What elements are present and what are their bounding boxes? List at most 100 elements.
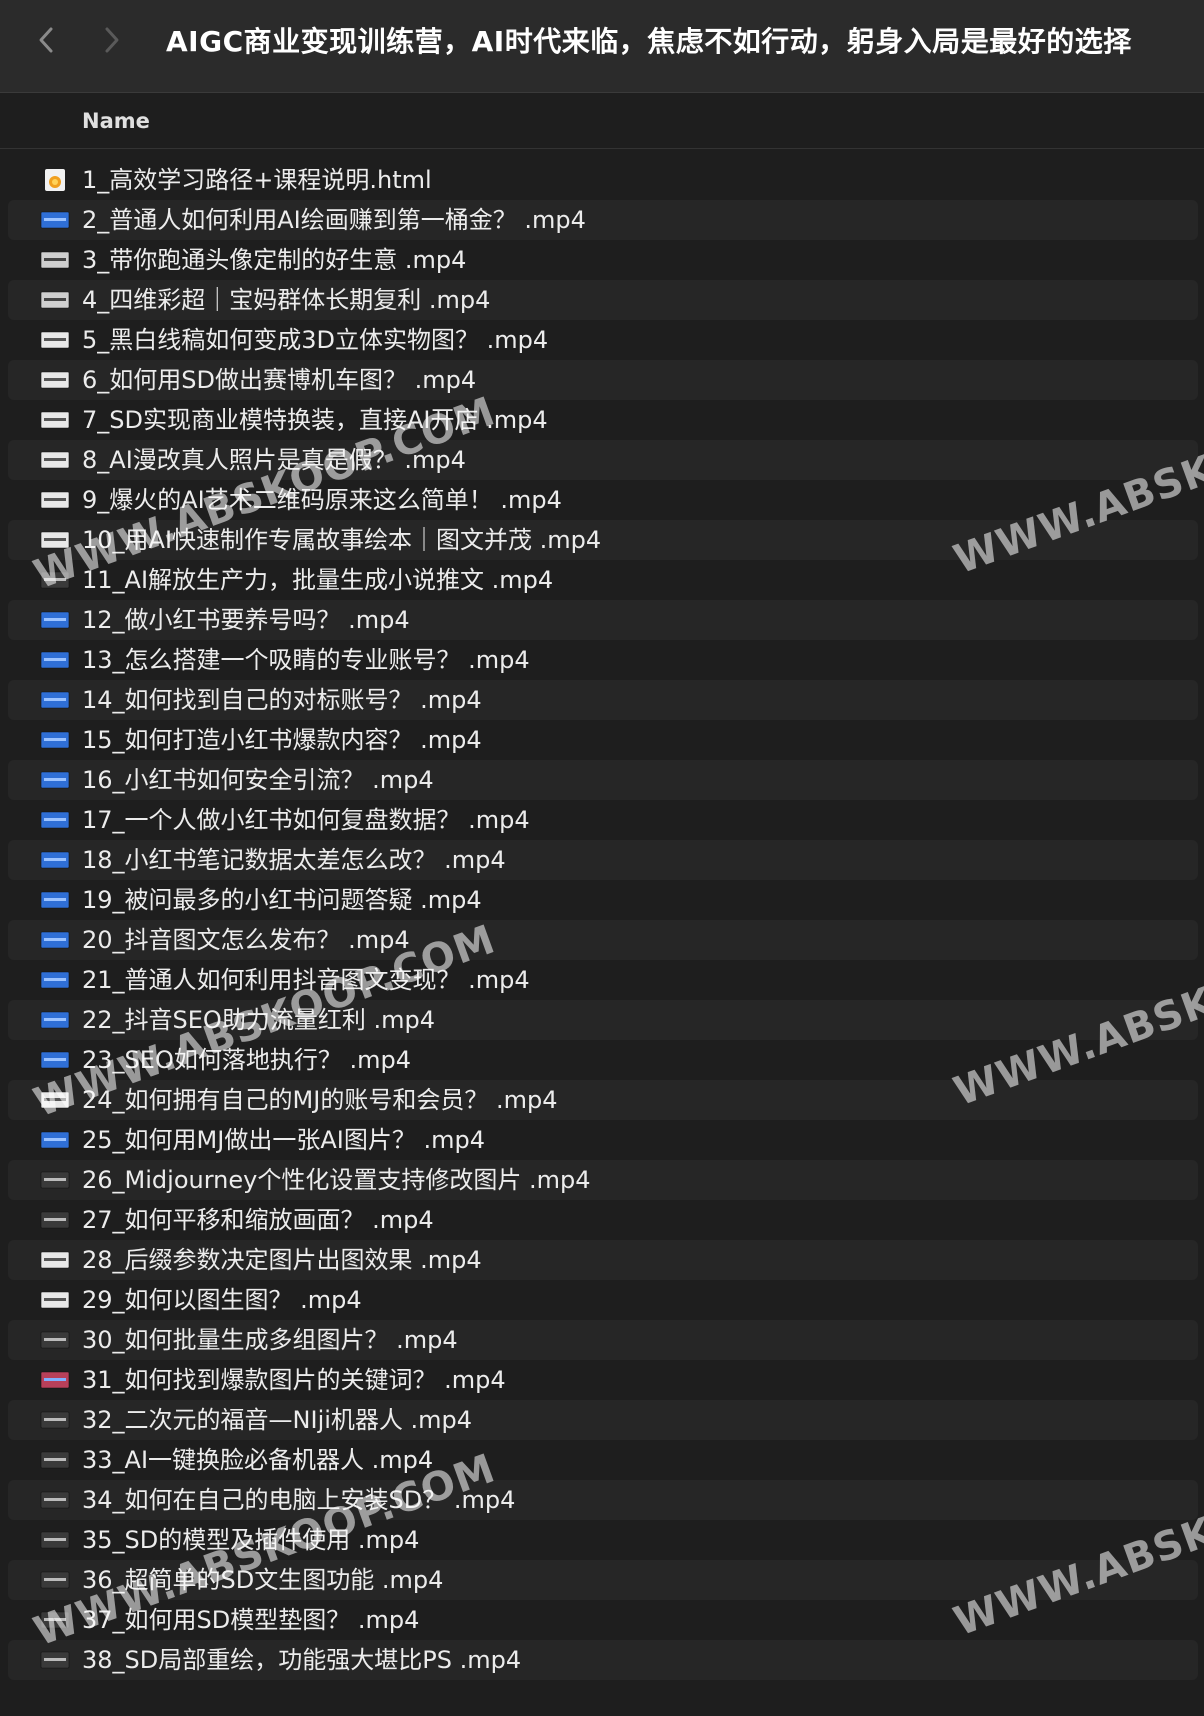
video-thumbnail-icon	[40, 449, 70, 471]
file-name: 29_如何以图生图？ .mp4	[82, 1286, 362, 1314]
file-name: 14_如何找到自己的对标账号？ .mp4	[82, 686, 482, 714]
video-thumbnail-icon	[40, 1369, 70, 1391]
file-row[interactable]: 21_普通人如何利用抖音图文变现？ .mp4	[8, 960, 1198, 1000]
file-row[interactable]: 13_怎么搭建一个吸睛的专业账号？ .mp4	[8, 640, 1198, 680]
video-thumbnail-icon	[40, 809, 70, 831]
file-row[interactable]: 5_黑白线稿如何变成3D立体实物图？ .mp4	[8, 320, 1198, 360]
file-row[interactable]: 9_爆火的AI艺术二维码原来这么简单！ .mp4	[8, 480, 1198, 520]
file-name: 22_抖音SEO助力流量红利 .mp4	[82, 1006, 435, 1034]
file-name: 18_小红书笔记数据太差怎么改？ .mp4	[82, 846, 506, 874]
file-row[interactable]: 6_如何用SD做出赛博机车图？ .mp4	[8, 360, 1198, 400]
file-row[interactable]: 25_如何用MJ做出一张AI图片？ .mp4	[8, 1120, 1198, 1160]
video-thumbnail-icon	[40, 1329, 70, 1351]
video-thumbnail-icon	[40, 849, 70, 871]
video-thumbnail-icon	[40, 369, 70, 391]
file-row[interactable]: 17_一个人做小红书如何复盘数据？ .mp4	[8, 800, 1198, 840]
video-thumbnail-icon	[40, 609, 70, 631]
file-name: 30_如何批量生成多组图片？ .mp4	[82, 1326, 458, 1354]
file-name: 20_抖音图文怎么发布？ .mp4	[82, 926, 410, 954]
file-row[interactable]: 22_抖音SEO助力流量红利 .mp4	[8, 1000, 1198, 1040]
video-thumbnail-icon	[40, 1649, 70, 1671]
file-row[interactable]: 20_抖音图文怎么发布？ .mp4	[8, 920, 1198, 960]
video-thumbnail-icon	[40, 289, 70, 311]
file-name: 4_四维彩超｜宝妈群体长期复利 .mp4	[82, 286, 491, 314]
file-row[interactable]: 15_如何打造小红书爆款内容？ .mp4	[8, 720, 1198, 760]
video-thumbnail-icon	[40, 1129, 70, 1151]
back-button[interactable]	[28, 22, 64, 58]
file-row[interactable]: 19_被问最多的小红书问题答疑 .mp4	[8, 880, 1198, 920]
file-name: 9_爆火的AI艺术二维码原来这么简单！ .mp4	[82, 486, 562, 514]
video-thumbnail-icon	[40, 529, 70, 551]
list-header: Name	[0, 94, 1204, 149]
video-thumbnail-icon	[40, 1409, 70, 1431]
file-row[interactable]: 3_带你跑通头像定制的好生意 .mp4	[8, 240, 1198, 280]
file-name: 34_如何在自己的电脑上安装SD？ .mp4	[82, 1486, 516, 1514]
video-thumbnail-icon	[40, 249, 70, 271]
file-row[interactable]: 27_如何平移和缩放画面？ .mp4	[8, 1200, 1198, 1240]
file-row[interactable]: 38_SD局部重绘，功能强大堪比PS .mp4	[8, 1640, 1198, 1680]
file-row[interactable]: 34_如何在自己的电脑上安装SD？ .mp4	[8, 1480, 1198, 1520]
forward-button[interactable]	[94, 22, 130, 58]
file-row[interactable]: 29_如何以图生图？ .mp4	[8, 1280, 1198, 1320]
video-thumbnail-icon	[40, 889, 70, 911]
file-row[interactable]: 31_如何找到爆款图片的关键词？ .mp4	[8, 1360, 1198, 1400]
file-row[interactable]: 24_如何拥有自己的MJ的账号和会员？ .mp4	[8, 1080, 1198, 1120]
video-thumbnail-icon	[40, 969, 70, 991]
video-thumbnail-icon	[40, 1529, 70, 1551]
file-name: 13_怎么搭建一个吸睛的专业账号？ .mp4	[82, 646, 530, 674]
file-name: 23_SEO如何落地执行？ .mp4	[82, 1046, 411, 1074]
column-header-name[interactable]: Name	[82, 106, 150, 136]
file-name: 17_一个人做小红书如何复盘数据？ .mp4	[82, 806, 530, 834]
video-thumbnail-icon	[40, 1169, 70, 1191]
file-row[interactable]: 8_AI漫改真人照片是真是假？ .mp4	[8, 440, 1198, 480]
file-name: 35_SD的模型及插件使用 .mp4	[82, 1526, 420, 1554]
file-row[interactable]: 14_如何找到自己的对标账号？ .mp4	[8, 680, 1198, 720]
file-name: 24_如何拥有自己的MJ的账号和会员？ .mp4	[82, 1086, 558, 1114]
video-thumbnail-icon	[40, 209, 70, 231]
file-row[interactable]: 18_小红书笔记数据太差怎么改？ .mp4	[8, 840, 1198, 880]
window-title: AIGC商业变现训练营，AI时代来临，焦虑不如行动，躬身入局是最好的选择	[166, 25, 1132, 58]
video-thumbnail-icon	[40, 1489, 70, 1511]
video-thumbnail-icon	[40, 1249, 70, 1271]
file-row[interactable]: 33_AI一键换脸必备机器人 .mp4	[8, 1440, 1198, 1480]
file-row[interactable]: 10_用AI快速制作专属故事绘本｜图文并茂 .mp4	[8, 520, 1198, 560]
chevron-right-icon	[105, 27, 119, 53]
file-row[interactable]: 37_如何用SD模型垫图？ .mp4	[8, 1600, 1198, 1640]
video-thumbnail-icon	[40, 729, 70, 751]
file-name: 31_如何找到爆款图片的关键词？ .mp4	[82, 1366, 506, 1394]
file-row[interactable]: 26_Midjourney个性化设置支持修改图片 .mp4	[8, 1160, 1198, 1200]
file-name: 37_如何用SD模型垫图？ .mp4	[82, 1606, 420, 1634]
html-file-icon	[40, 169, 70, 191]
file-row[interactable]: 11_AI解放生产力，批量生成小说推文 .mp4	[8, 560, 1198, 600]
video-thumbnail-icon	[40, 769, 70, 791]
file-name: 11_AI解放生产力，批量生成小说推文 .mp4	[82, 566, 554, 594]
file-name: 6_如何用SD做出赛博机车图？ .mp4	[82, 366, 477, 394]
video-thumbnail-icon	[40, 329, 70, 351]
video-thumbnail-icon	[40, 489, 70, 511]
file-row[interactable]: 16_小红书如何安全引流？ .mp4	[8, 760, 1198, 800]
file-name: 15_如何打造小红书爆款内容？ .mp4	[82, 726, 482, 754]
video-thumbnail-icon	[40, 1569, 70, 1591]
video-thumbnail-icon	[40, 409, 70, 431]
file-row[interactable]: 1_高效学习路径+课程说明.html	[8, 160, 1198, 200]
file-row[interactable]: 30_如何批量生成多组图片？ .mp4	[8, 1320, 1198, 1360]
file-name: 32_二次元的福音—NIji机器人 .mp4	[82, 1406, 473, 1434]
video-thumbnail-icon	[40, 1009, 70, 1031]
file-row[interactable]: 32_二次元的福音—NIji机器人 .mp4	[8, 1400, 1198, 1440]
file-row[interactable]: 36_超简单的SD文生图功能 .mp4	[8, 1560, 1198, 1600]
file-row[interactable]: 7_SD实现商业模特换装，直接AI开店 .mp4	[8, 400, 1198, 440]
file-row[interactable]: 2_普通人如何利用AI绘画赚到第一桶金？ .mp4	[8, 200, 1198, 240]
file-name: 25_如何用MJ做出一张AI图片？ .mp4	[82, 1126, 485, 1154]
file-name: 1_高效学习路径+课程说明.html	[82, 166, 432, 194]
file-row[interactable]: 12_做小红书要养号吗？ .mp4	[8, 600, 1198, 640]
file-row[interactable]: 4_四维彩超｜宝妈群体长期复利 .mp4	[8, 280, 1198, 320]
video-thumbnail-icon	[40, 1609, 70, 1631]
file-name: 10_用AI快速制作专属故事绘本｜图文并茂 .mp4	[82, 526, 602, 554]
file-row[interactable]: 23_SEO如何落地执行？ .mp4	[8, 1040, 1198, 1080]
video-thumbnail-icon	[40, 649, 70, 671]
file-row[interactable]: 35_SD的模型及插件使用 .mp4	[8, 1520, 1198, 1560]
file-row[interactable]: 28_后缀参数决定图片出图效果 .mp4	[8, 1240, 1198, 1280]
video-thumbnail-icon	[40, 689, 70, 711]
file-name: 8_AI漫改真人照片是真是假？ .mp4	[82, 446, 466, 474]
video-thumbnail-icon	[40, 929, 70, 951]
